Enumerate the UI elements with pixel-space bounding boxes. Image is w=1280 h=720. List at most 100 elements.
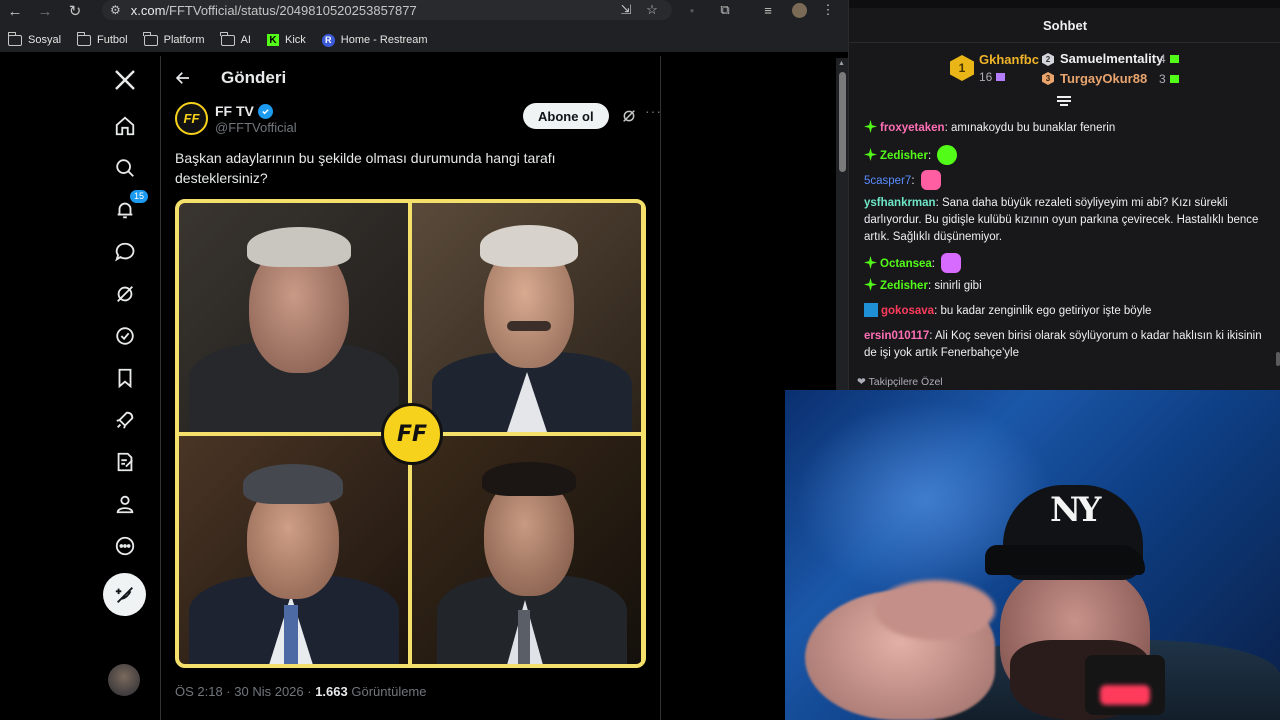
site-settings-icon[interactable]: ⚙ bbox=[110, 3, 121, 17]
browser-toolbar: ← → ↻ ⚙ x.com/FFTVofficial/status/204981… bbox=[0, 0, 848, 22]
install-app-icon[interactable]: ⇲ bbox=[614, 1, 638, 19]
compose-post-button[interactable] bbox=[103, 573, 146, 616]
sparkle-badge-icon bbox=[864, 256, 877, 269]
author-name[interactable]: FF TV bbox=[215, 103, 273, 119]
chat-username[interactable]: 5casper7 bbox=[864, 175, 911, 187]
profile-avatar[interactable] bbox=[787, 1, 811, 19]
leader-2-count: 4 bbox=[1159, 52, 1179, 66]
back-arrow-icon[interactable]: ← bbox=[0, 0, 30, 22]
logo-text: FF bbox=[396, 421, 428, 447]
post-text: Başkan adaylarının bu şekilde olması dur… bbox=[175, 150, 556, 186]
scrollbar-thumb[interactable] bbox=[839, 72, 846, 172]
candidate-photo-4 bbox=[412, 436, 641, 664]
ff-tv-logo: FF bbox=[381, 403, 443, 465]
bookmark-platform[interactable]: Platform bbox=[143, 31, 205, 46]
forward-arrow-icon[interactable]: → bbox=[30, 0, 60, 22]
post-image[interactable]: FF bbox=[175, 199, 646, 668]
scroll-up-arrow-icon[interactable]: ▲ bbox=[838, 60, 845, 67]
restream-icon: R bbox=[321, 33, 335, 47]
post-timestamp[interactable]: ÖS 2:18 · 30 Nis 2026 · bbox=[175, 684, 315, 699]
bookmarks-bar: Sosyal Futbol Platform AI K Kick R Home - … bbox=[0, 28, 848, 52]
author-name-text: FF TV bbox=[215, 103, 254, 119]
leader-3-name[interactable]: TurgayOkur88 bbox=[1060, 71, 1147, 86]
sparkle-badge-icon bbox=[864, 120, 877, 133]
rank-2-badge: 2 bbox=[1042, 53, 1054, 66]
extensions-puzzle-icon[interactable]: ⧉ bbox=[713, 1, 737, 19]
webcam-feed: NY bbox=[785, 390, 1280, 720]
ff-logo-text: FF bbox=[183, 111, 200, 126]
heart-icon: ❤ bbox=[857, 376, 869, 388]
purple-emote-icon bbox=[941, 253, 962, 273]
extension-dot-icon[interactable]: ● bbox=[680, 1, 704, 19]
bookmark-restream[interactable]: R Home - Restream bbox=[321, 33, 428, 47]
bookmark-label: Kick bbox=[284, 34, 306, 46]
post-header: Gönderi bbox=[161, 56, 660, 100]
leader-2-name[interactable]: Samuelmentality bbox=[1060, 51, 1163, 66]
pink-emote-icon bbox=[920, 170, 941, 190]
post-more-icon[interactable]: ··· bbox=[645, 103, 662, 119]
chat-scrollbar[interactable] bbox=[1276, 352, 1280, 366]
notifications-bell-icon[interactable]: 15 bbox=[111, 189, 150, 224]
grok-icon[interactable] bbox=[111, 280, 139, 308]
chat-username[interactable]: ersin010117 bbox=[864, 330, 929, 342]
reload-icon[interactable]: ↻ bbox=[60, 0, 90, 22]
chat-text: bu kadar zenginlik ego getiriyor işte bö… bbox=[940, 305, 1152, 317]
gift-icon bbox=[1169, 55, 1179, 63]
media-control-icon[interactable]: ≡ bbox=[756, 1, 780, 19]
followers-only-notice: ❤ Takipçilere Özel bbox=[857, 376, 943, 388]
sparkle-badge-icon bbox=[864, 278, 877, 291]
url-host: x.com bbox=[130, 2, 166, 18]
expand-leaderboard-icon[interactable] bbox=[1057, 96, 1071, 108]
chat-username[interactable]: gokosava bbox=[881, 305, 934, 317]
chat-text: sinirli gibi bbox=[934, 280, 982, 292]
chat-username[interactable]: froxyetaken bbox=[880, 122, 945, 134]
bookmark-kick[interactable]: K Kick bbox=[266, 34, 306, 46]
screen: ← → ↻ ⚙ x.com/FFTVofficial/status/204981… bbox=[0, 0, 1280, 720]
chat-message: froxyetaken: amınakoydu bu bunaklar fene… bbox=[864, 120, 1266, 137]
post-meta: ÖS 2:18 · 30 Nis 2026 · 1.663 Görüntülem… bbox=[175, 684, 427, 699]
user-badge-icon bbox=[864, 303, 878, 317]
chat-panel: Sohbet 1 Gkhanfbc 16 2 Samuelmentality 4… bbox=[848, 0, 1280, 390]
x-page: 15 Gönderi FF FF TV @FFTVofficial Abone … bbox=[0, 56, 848, 720]
bookmark-label: AI bbox=[240, 34, 251, 46]
chat-message: gokosava: bu kadar zenginlik ego getiriy… bbox=[864, 303, 1266, 320]
x-logo-icon[interactable] bbox=[111, 66, 139, 94]
bookmark-futbol[interactable]: Futbol bbox=[76, 31, 128, 46]
bookmark-label: Futbol bbox=[97, 34, 128, 46]
bookmark-ai[interactable]: AI bbox=[220, 31, 251, 46]
view-count: 1.663 bbox=[315, 684, 348, 699]
messages-icon[interactable] bbox=[111, 238, 139, 266]
chat-username[interactable]: Zedisher bbox=[880, 280, 928, 292]
author-avatar[interactable]: FF bbox=[175, 102, 208, 135]
bookmark-sosyal[interactable]: Sosyal bbox=[7, 31, 61, 46]
address-bar[interactable]: ⚙ x.com/FFTVofficial/status/204981052025… bbox=[102, 0, 672, 20]
chat-text: amınakoydu bu bunaklar fenerin bbox=[950, 122, 1116, 134]
bookmarks-icon[interactable] bbox=[111, 364, 139, 392]
divider bbox=[660, 56, 661, 720]
articles-compose-icon[interactable] bbox=[111, 448, 139, 476]
jobs-rocket-icon[interactable] bbox=[111, 406, 139, 434]
search-icon[interactable] bbox=[111, 154, 139, 182]
chat-username[interactable]: ysfhankrman bbox=[864, 197, 936, 209]
leader-1-name[interactable]: Gkhanfbc bbox=[979, 52, 1039, 67]
chat-username[interactable]: Octansea bbox=[880, 258, 932, 270]
leader-1-count: 16 bbox=[979, 70, 1006, 84]
chat-title: Sohbet bbox=[1042, 18, 1088, 33]
chat-username[interactable]: Zedisher bbox=[880, 150, 928, 162]
profile-icon[interactable] bbox=[111, 490, 139, 518]
home-icon[interactable] bbox=[111, 112, 139, 140]
verified-badge-icon bbox=[257, 103, 273, 119]
account-avatar[interactable] bbox=[108, 664, 140, 696]
grok-explain-icon[interactable] bbox=[621, 108, 637, 124]
notification-badge: 15 bbox=[129, 189, 150, 204]
bookmark-star-icon[interactable]: ☆ bbox=[640, 1, 664, 19]
browser-menu-icon[interactable]: ⋮ bbox=[816, 1, 840, 19]
chat-message: 5casper7: bbox=[864, 170, 1266, 190]
subscribe-button[interactable]: Abone ol bbox=[523, 103, 609, 129]
more-options-icon[interactable] bbox=[111, 532, 139, 560]
back-arrow-icon[interactable] bbox=[161, 69, 205, 87]
author-handle[interactable]: @FFTVofficial bbox=[215, 120, 297, 135]
folder-icon bbox=[7, 31, 22, 46]
candidate-photo-1 bbox=[179, 203, 408, 432]
premium-verified-icon[interactable] bbox=[111, 322, 139, 350]
